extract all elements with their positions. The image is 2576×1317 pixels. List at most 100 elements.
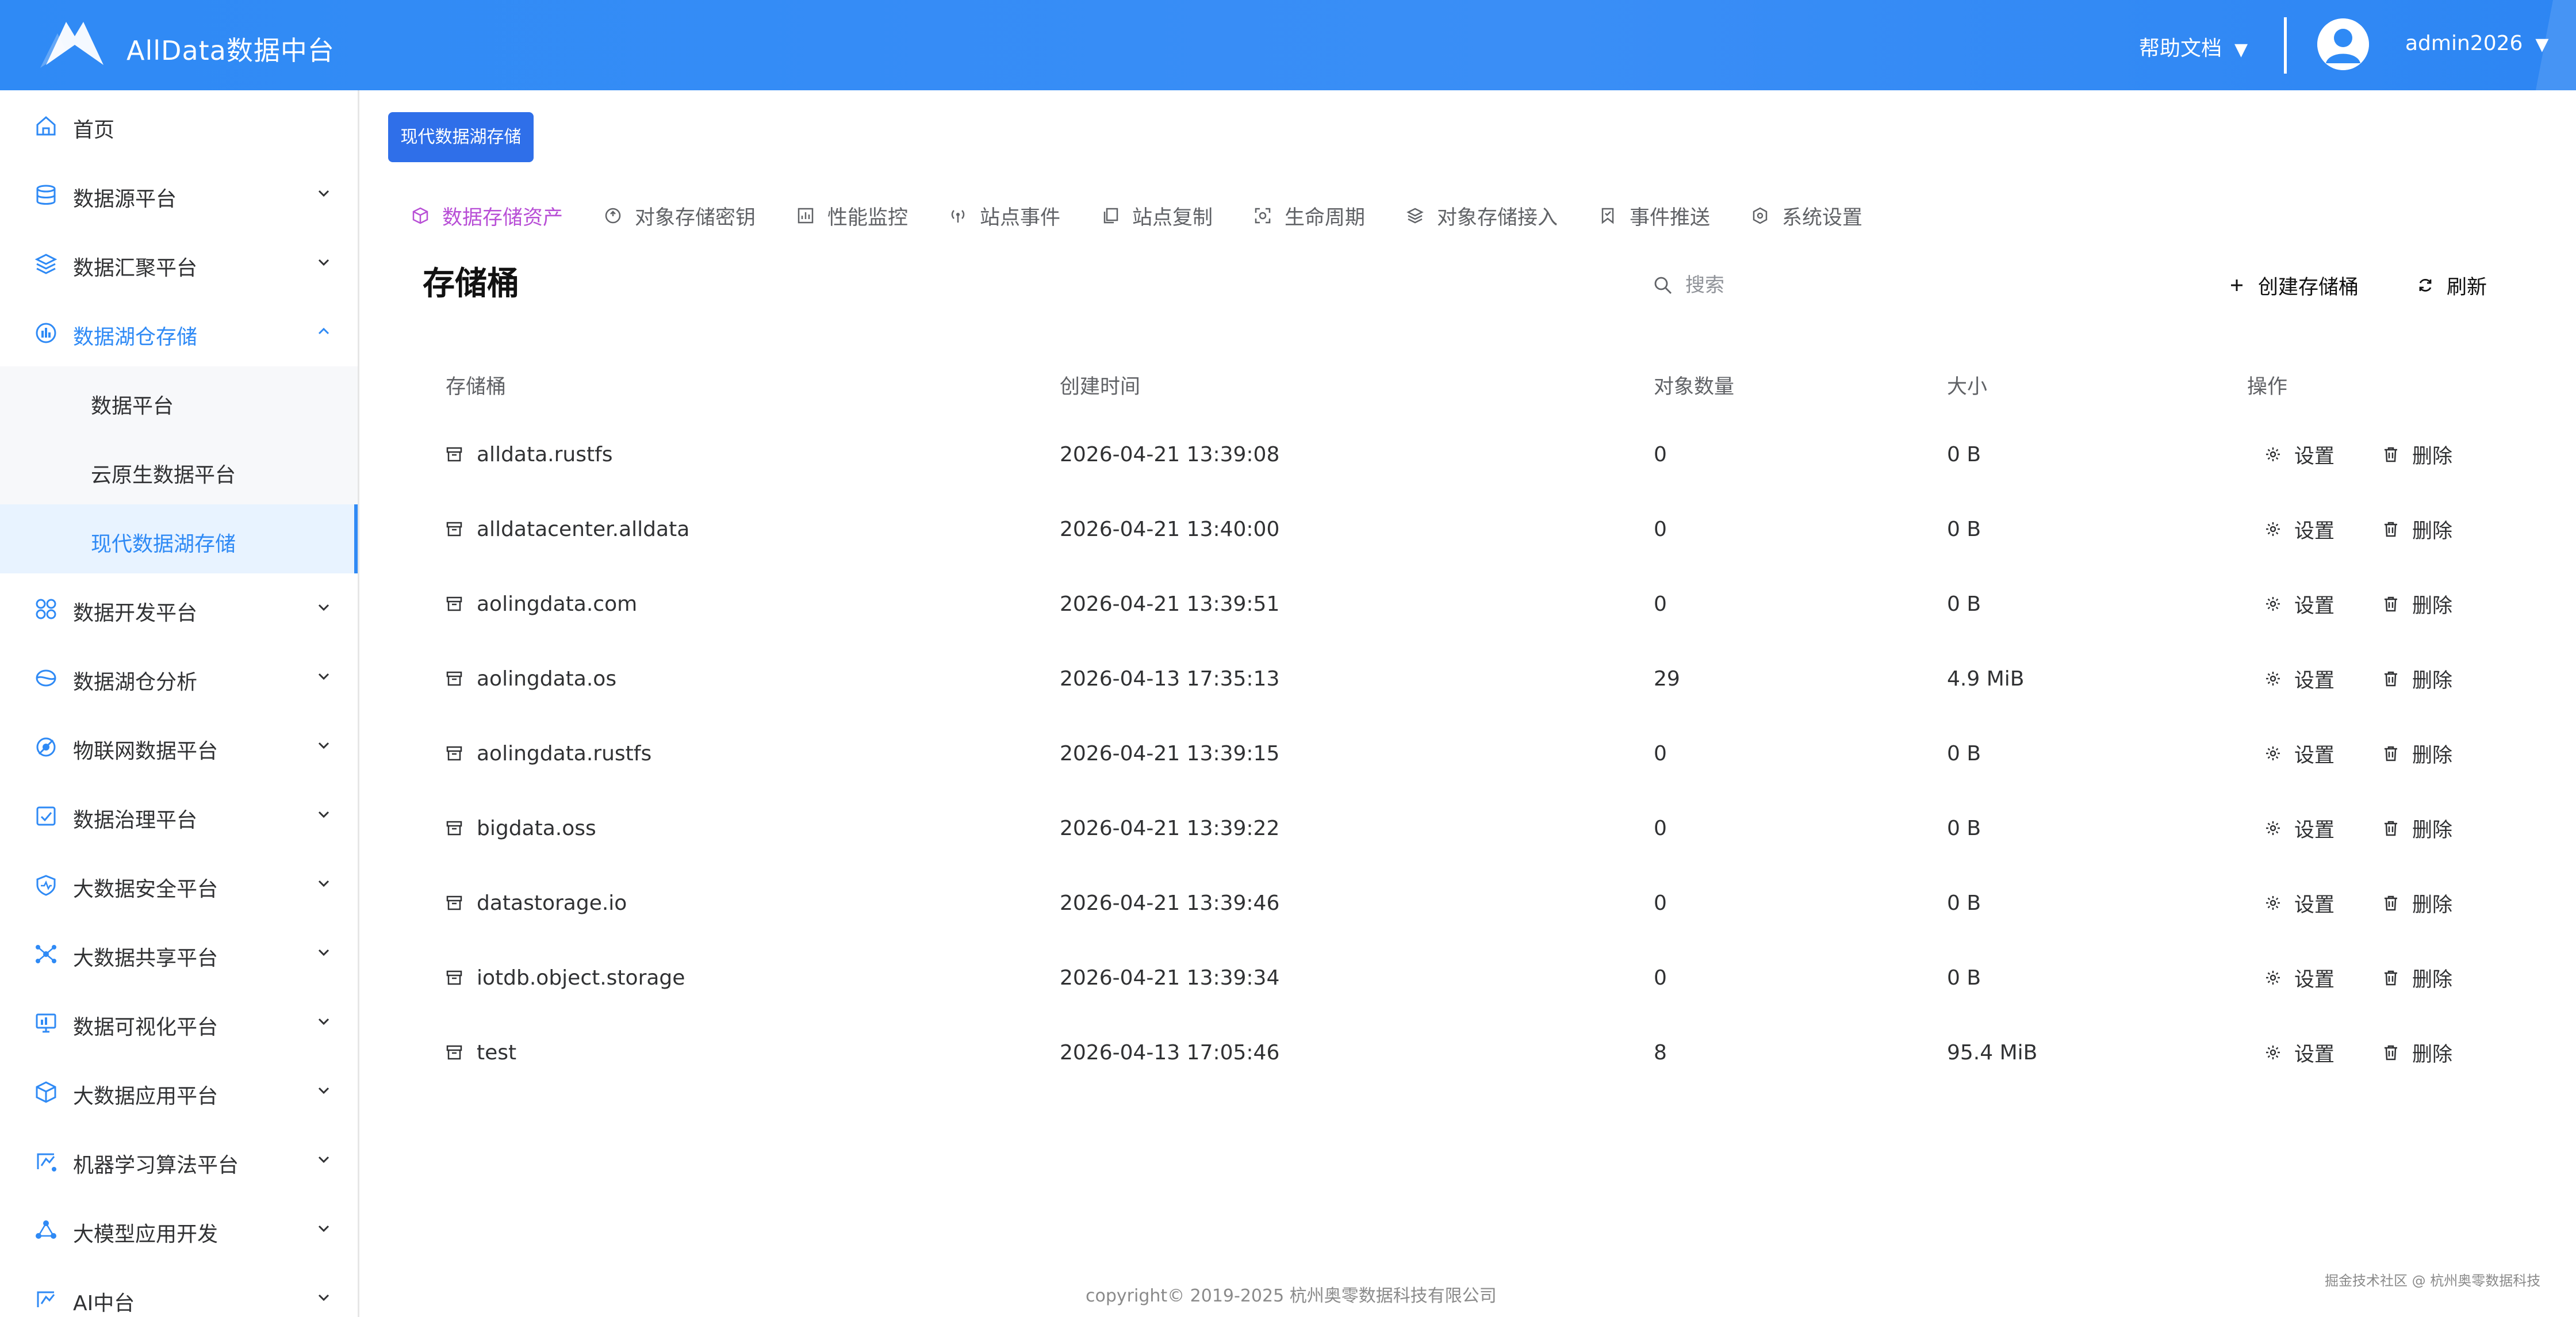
sidebar-item-lakehouse-analysis[interactable]: 数据湖仓分析 xyxy=(0,642,358,711)
sidebar-item-aggregation[interactable]: 数据汇聚平台 xyxy=(0,228,358,297)
chevron-down-icon xyxy=(318,1087,329,1094)
bucket-name-cell[interactable]: aolingdata.rustfs xyxy=(446,716,651,791)
settings-button[interactable]: 设置 xyxy=(2264,417,2334,492)
tab-performance[interactable]: 性能监控 xyxy=(796,201,908,230)
column-header-size[interactable]: 大小 xyxy=(1947,370,1987,400)
delete-button[interactable]: 删除 xyxy=(2382,566,2452,641)
bucket-icon xyxy=(446,596,462,611)
tab-label: 对象存储接入 xyxy=(1437,206,1558,229)
page-tag-modern-lake-storage[interactable]: 现代数据湖存储 xyxy=(388,112,534,162)
app-title[interactable]: AllData数据中台 xyxy=(126,30,335,68)
sidebar-item-security[interactable]: 大数据安全平台 xyxy=(0,849,358,918)
signal-icon xyxy=(951,210,965,223)
settings-button[interactable]: 设置 xyxy=(2264,716,2334,791)
delete-label: 删除 xyxy=(2412,968,2453,991)
governance-icon xyxy=(36,806,56,826)
sidebar-item-ai-platform[interactable]: AI中台 xyxy=(0,1264,358,1317)
table-row[interactable]: alldata.rustfs 2026-04-21 13:39:08 0 0 B… xyxy=(423,417,2516,492)
help-docs-dropdown[interactable]: 帮助文档 ▼ xyxy=(2139,32,2248,62)
delete-button[interactable]: 删除 xyxy=(2382,492,2452,566)
settings-button[interactable]: 设置 xyxy=(2264,492,2334,566)
user-icon xyxy=(2317,18,2369,70)
sidebar-item-label: 机器学习算法平台 xyxy=(73,1154,239,1177)
table-row[interactable]: test 2026-04-13 17:05:46 8 95.4 MiB 设置 删… xyxy=(423,1015,2516,1090)
sidebar-item-datasource[interactable]: 数据源平台 xyxy=(0,159,358,228)
gear-icon xyxy=(2266,447,2280,461)
bucket-name-cell[interactable]: bigdata.oss xyxy=(446,791,596,866)
caret-down-icon: ▼ xyxy=(2234,40,2248,60)
sidebar-item-iot[interactable]: 物联网数据平台 xyxy=(0,711,358,780)
ml-icon xyxy=(37,1153,56,1171)
search-box[interactable] xyxy=(1653,269,2113,301)
tab-storage-keys[interactable]: 对象存储密钥 xyxy=(604,201,756,230)
settings-button[interactable]: 设置 xyxy=(2264,566,2334,641)
column-header-bucket[interactable]: 存储桶 xyxy=(446,370,506,400)
delete-button[interactable]: 删除 xyxy=(2382,641,2452,716)
refresh-button[interactable]: 刷新 xyxy=(2417,269,2487,301)
chevron-up-icon xyxy=(318,327,329,335)
settings-label: 设置 xyxy=(2294,1043,2335,1066)
table-row[interactable]: bigdata.oss 2026-04-21 13:39:22 0 0 B 设置… xyxy=(423,791,2516,866)
table-row[interactable]: alldatacenter.alldata 2026-04-21 13:40:0… xyxy=(423,492,2516,566)
sidebar-item-llm-dev[interactable]: 大模型应用开发 xyxy=(0,1195,358,1264)
table-row[interactable]: iotdb.object.storage 2026-04-21 13:39:34… xyxy=(423,940,2516,1015)
tab-site-events[interactable]: 站点事件 xyxy=(949,201,1060,230)
tab-event-push[interactable]: 事件推送 xyxy=(1598,201,1710,230)
sidebar-item-sharing[interactable]: 大数据共享平台 xyxy=(0,918,358,987)
delete-button[interactable]: 删除 xyxy=(2382,417,2452,492)
table-row[interactable]: datastorage.io 2026-04-21 13:39:46 0 0 B… xyxy=(423,866,2516,940)
delete-button[interactable]: 删除 xyxy=(2382,940,2452,1015)
analysis-icon xyxy=(36,669,56,687)
bucket-name-cell[interactable]: test xyxy=(446,1015,516,1090)
sidebar-item-machine-learning[interactable]: 机器学习算法平台 xyxy=(0,1125,358,1195)
bucket-name-cell[interactable]: alldata.rustfs xyxy=(446,417,613,492)
tab-lifecycle[interactable]: 生命周期 xyxy=(1254,201,1365,230)
settings-button[interactable]: 设置 xyxy=(2264,641,2334,716)
settings-button[interactable]: 设置 xyxy=(2264,791,2334,866)
alldata-logo-icon[interactable] xyxy=(40,10,109,68)
bucket-name-cell[interactable]: alldatacenter.alldata xyxy=(446,492,689,566)
create-bucket-button[interactable]: 创建存储桶 xyxy=(2228,269,2359,301)
sidebar-item-label: 数据源平台 xyxy=(73,187,177,211)
bucket-name-cell[interactable]: aolingdata.os xyxy=(446,641,616,716)
column-header-created[interactable]: 创建时间 xyxy=(1060,370,1140,400)
column-header-objects[interactable]: 对象数量 xyxy=(1654,370,1734,400)
tab-system-settings[interactable]: 系统设置 xyxy=(1751,201,1862,230)
table-row[interactable]: aolingdata.com 2026-04-21 13:39:51 0 0 B… xyxy=(423,566,2516,641)
delete-button[interactable]: 删除 xyxy=(2382,716,2452,791)
table-row[interactable]: aolingdata.rustfs 2026-04-21 13:39:15 0 … xyxy=(423,716,2516,791)
sidebar-subitem-cloud-native[interactable]: 云原生数据平台 xyxy=(0,435,358,504)
sidebar-item-application[interactable]: 大数据应用平台 xyxy=(0,1056,358,1125)
delete-button[interactable]: 删除 xyxy=(2382,791,2452,866)
tab-site-replication[interactable]: 站点复制 xyxy=(1101,201,1213,230)
settings-button[interactable]: 设置 xyxy=(2264,940,2334,1015)
tab-storage-assets[interactable]: 数据存储资产 xyxy=(411,201,563,230)
chevron-down-icon xyxy=(318,190,329,197)
user-avatar[interactable] xyxy=(2317,18,2369,70)
object-count-cell: 0 xyxy=(1654,517,1667,541)
sidebar-subitem-modern-lake-storage[interactable]: 现代数据湖存储 xyxy=(0,504,358,573)
table-row[interactable]: aolingdata.os 2026-04-13 17:35:13 29 4.9… xyxy=(423,641,2516,716)
sidebar-item-lakehouse-storage[interactable]: 数据湖仓存储 xyxy=(0,297,358,366)
chevron-down-icon xyxy=(318,949,329,956)
bucket-name-cell[interactable]: iotdb.object.storage xyxy=(446,940,685,1015)
sidebar-subitem-data-platform[interactable]: 数据平台 xyxy=(0,366,358,435)
sidebar-item-governance[interactable]: 数据治理平台 xyxy=(0,780,358,849)
sidebar-item-label: 物联网数据平台 xyxy=(73,740,218,763)
settings-button[interactable]: 设置 xyxy=(2264,1015,2334,1090)
bucket-name-cell[interactable]: datastorage.io xyxy=(446,866,627,940)
object-count-cell: 0 xyxy=(1654,592,1667,616)
trash-icon xyxy=(2385,671,2397,687)
search-input[interactable] xyxy=(1685,274,2088,297)
sidebar-item-visualization[interactable]: 数据可视化平台 xyxy=(0,987,358,1056)
sidebar-item-home[interactable]: 首页 xyxy=(0,90,358,159)
bucket-name-cell[interactable]: aolingdata.com xyxy=(446,566,637,641)
delete-button[interactable]: 删除 xyxy=(2382,1015,2452,1090)
delete-label: 删除 xyxy=(2412,893,2453,917)
settings-button[interactable]: 设置 xyxy=(2264,866,2334,940)
sidebar-item-dev-platform[interactable]: 数据开发平台 xyxy=(0,573,358,642)
tab-storage-access[interactable]: 对象存储接入 xyxy=(1406,201,1558,230)
delete-button[interactable]: 删除 xyxy=(2382,866,2452,940)
delete-label: 删除 xyxy=(2412,818,2453,842)
gear-icon xyxy=(2266,1046,2280,1059)
